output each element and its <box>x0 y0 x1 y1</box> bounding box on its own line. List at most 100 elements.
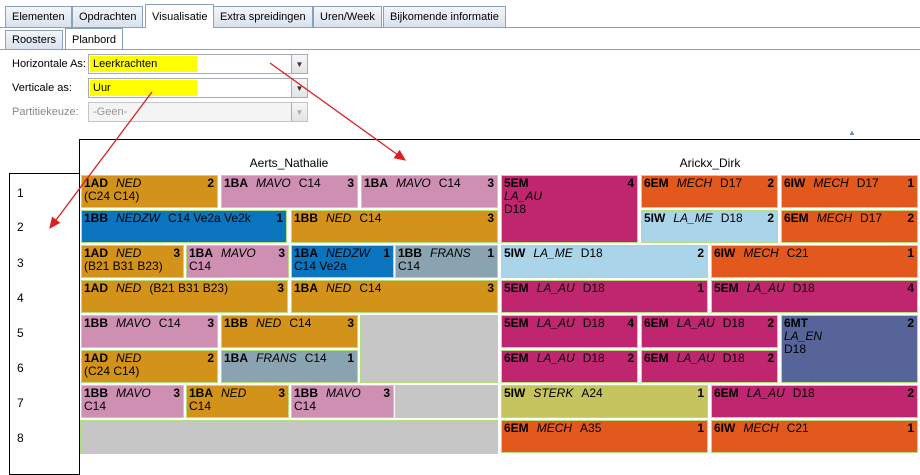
subject: STERK <box>533 386 574 400</box>
lesson-cell[interactable]: 5IW STERK A24 1 <box>501 385 708 418</box>
period-count: 1 <box>697 386 704 400</box>
lesson-cell[interactable]: 6IW MECH D17 1 <box>781 175 918 208</box>
lesson-cell[interactable]: 6EM MECH D17 2 <box>641 175 778 208</box>
subtab-planbord[interactable]: Planbord <box>65 28 124 50</box>
class-code: 6EM <box>644 351 669 365</box>
lesson-cell[interactable]: 6EM LA_AU D18 2 <box>641 315 778 348</box>
period-count: 2 <box>907 386 914 400</box>
empty-slot[interactable] <box>395 385 498 418</box>
subject: LA_AU <box>536 351 575 365</box>
subject: MAVO <box>116 316 151 330</box>
lesson-cell[interactable]: 6MT 2 LA_EN D18 <box>781 315 918 383</box>
class-code: 1BB <box>84 316 109 330</box>
room: C14 <box>289 316 312 330</box>
lesson-cell[interactable]: 1AD NED 2 (C24 C14) <box>81 350 218 383</box>
period-count: 3 <box>487 281 494 295</box>
tab-uren-week[interactable]: Uren/Week <box>313 6 382 27</box>
partition-select[interactable]: -Geen- ▼ <box>88 102 308 122</box>
lesson-cell[interactable]: 6EM MECH D17 2 <box>781 210 918 243</box>
chevron-down-icon[interactable]: ▼ <box>291 79 307 97</box>
lesson-cell[interactable]: 1BB MAVO 3 C14 <box>291 385 394 418</box>
room: D18 <box>582 316 605 330</box>
subtab-roosters[interactable]: Roosters <box>5 30 64 50</box>
period-count: 2 <box>907 211 914 225</box>
lesson-cell[interactable]: 1BB MAVO 3 C14 <box>81 385 184 418</box>
cell-line-2: C14 Ve2a <box>294 259 347 273</box>
period-count: 3 <box>487 176 494 190</box>
period-count: 3 <box>278 246 285 260</box>
subject: NEDZW <box>116 211 161 225</box>
lesson-cell[interactable]: 6IW MECH C21 1 <box>711 420 918 453</box>
room: A35 <box>580 421 602 435</box>
lesson-cell[interactable]: 5EM LA_AU D18 4 <box>501 315 638 348</box>
lesson-cell[interactable]: 5EM LA_AU D18 1 <box>501 280 708 313</box>
lesson-cell[interactable]: 1BA NED C14 3 <box>291 280 498 313</box>
lesson-cell[interactable]: 5EM 4 LA_AU D18 <box>501 175 638 243</box>
horizontal-axis-select[interactable]: Leerkrachten ▼ <box>88 54 308 74</box>
room: D18 <box>582 281 605 295</box>
period-count: 3 <box>383 386 390 400</box>
class-code: 1BB <box>224 316 249 330</box>
lesson-cell[interactable]: 1BB NED C14 3 <box>221 315 358 348</box>
class-code: 1BA <box>189 246 214 260</box>
class-code: 6IW <box>784 176 806 190</box>
lesson-cell[interactable]: 6IW MECH C21 1 <box>711 245 918 278</box>
chevron-down-icon[interactable]: ▼ <box>291 55 307 73</box>
subject: MECH <box>676 176 713 190</box>
class-code: 6IW <box>714 246 736 260</box>
lesson-cell[interactable]: 6EM MECH A35 1 <box>501 420 708 453</box>
lesson-cell[interactable]: 1AD NED 3 (B21 B31 B23) <box>81 245 184 278</box>
class-code: 5EM <box>504 176 529 190</box>
lesson-cell[interactable]: 1AD NED 2 (C24 C14) <box>81 175 218 208</box>
class-code: 5EM <box>714 281 739 295</box>
class-code: 6IW <box>714 421 736 435</box>
subject: LA_AU <box>536 316 575 330</box>
lesson-cell[interactable]: 1BB FRANS 1 C14 <box>395 245 498 278</box>
lesson-cell[interactable]: 6EM LA_AU D18 2 <box>501 350 638 383</box>
class-code: 1BA <box>294 246 319 260</box>
room: C21 <box>786 246 809 260</box>
chevron-down-icon[interactable]: ▼ <box>291 103 307 121</box>
subject: MECH <box>536 421 573 435</box>
tab-visualisatie[interactable]: Visualisatie <box>145 4 215 28</box>
lesson-cell[interactable]: 6EM LA_AU D18 2 <box>711 385 918 418</box>
tab-bijkomende-informatie[interactable]: Bijkomende informatie <box>383 6 506 27</box>
class-code: 5IW <box>644 211 666 225</box>
cell-line-3: D18 <box>504 202 527 216</box>
tab-extra-spreidingen[interactable]: Extra spreidingen <box>213 6 313 27</box>
vertical-axis-select[interactable]: Uur ▼ <box>88 78 308 98</box>
lesson-cell[interactable]: 6EM LA_AU D18 2 <box>641 350 778 383</box>
horizontal-axis-value: Leerkrachten <box>90 56 197 72</box>
lesson-cell[interactable]: 1BA MAVO 3 C14 <box>186 245 289 278</box>
cell-line-2: C14 <box>294 399 317 413</box>
empty-slot[interactable] <box>360 315 498 383</box>
lesson-cell[interactable]: 1BA MAVO C14 3 <box>361 175 498 208</box>
room: C14 <box>359 281 382 295</box>
lesson-cell[interactable]: 1BA NED 3 C14 <box>186 385 289 418</box>
empty-slot[interactable] <box>80 420 498 454</box>
period-count: 2 <box>207 176 214 190</box>
class-code: 1BA <box>189 386 214 400</box>
collapse-caret-icon[interactable]: ▲ <box>848 128 856 137</box>
subject: NED <box>116 281 142 295</box>
lesson-cell[interactable]: 1AD NED (B21 B31 B23) 3 <box>81 280 288 313</box>
lesson-cell[interactable]: 1BB MAVO C14 3 <box>81 315 218 348</box>
subject: MECH <box>813 176 849 190</box>
room: C14 <box>438 176 461 190</box>
lesson-cell[interactable]: 1BA MAVO C14 3 <box>221 175 358 208</box>
lesson-cell[interactable]: 5EM LA_AU D18 4 <box>711 280 918 313</box>
room: C14 <box>298 176 321 190</box>
lesson-cell[interactable]: 1BB NEDZW C14 Ve2a Ve2k 1 <box>81 210 287 243</box>
tab-opdrachten[interactable]: Opdrachten <box>72 6 144 27</box>
room: C14 Ve2a Ve2k <box>168 211 251 225</box>
class-code: 1BA <box>224 351 249 365</box>
lesson-cell[interactable]: 5IW LA_ME D18 2 <box>641 210 778 243</box>
lesson-cell[interactable]: 1BA FRANS C14 1 <box>221 350 358 383</box>
teacher-header-aerts: Aerts_Nathalie <box>249 156 329 170</box>
lesson-cell[interactable]: 5IW LA_ME D18 2 <box>501 245 708 278</box>
lesson-cell[interactable]: 1BB NED C14 3 <box>291 210 498 243</box>
teacher-header-arickx: Arickx_Dirk <box>679 156 741 170</box>
tab-elementen[interactable]: Elementen <box>5 6 72 27</box>
lesson-cell[interactable]: 1BA NEDZW 1 C14 Ve2a <box>291 245 394 278</box>
row-label-5: 5 <box>17 326 24 340</box>
